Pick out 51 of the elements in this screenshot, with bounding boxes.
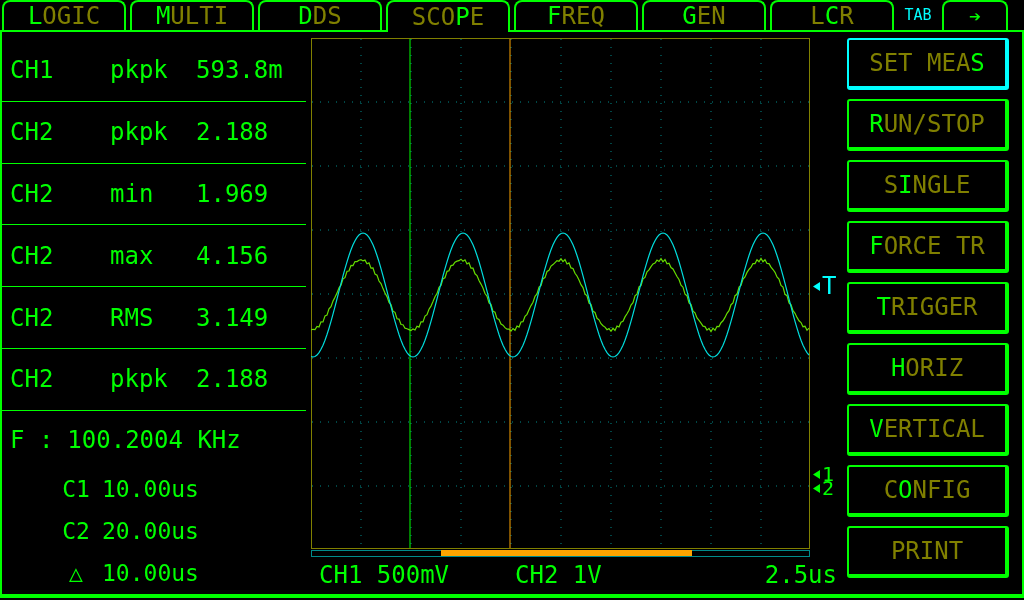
- cursor-label: C1: [61, 475, 91, 505]
- channel-label: CH2: [10, 117, 55, 149]
- measurement-value: 2.188: [196, 117, 269, 149]
- cursor-line[interactable]: [409, 38, 411, 549]
- cursor-line[interactable]: [509, 38, 511, 549]
- menu-button[interactable]: HORIZ: [847, 343, 1009, 395]
- measurement-value: 4.156: [196, 240, 269, 272]
- channel-label: CH2: [10, 240, 55, 272]
- ch2-scale: CH2 1V: [515, 560, 603, 592]
- cursor-value: 10.00us: [102, 475, 199, 505]
- frequency-label: F :: [10, 424, 54, 456]
- measurement-type: max: [110, 240, 155, 272]
- measurement-value: 2.188: [196, 364, 269, 396]
- tab[interactable]: DDS: [258, 0, 382, 30]
- measurement-type: pkpk: [110, 364, 169, 396]
- tab[interactable]: GEN: [642, 0, 766, 30]
- tab[interactable]: FREQ: [514, 0, 638, 30]
- measurement-value: 3.149: [196, 302, 269, 334]
- next-tab[interactable]: ➔: [942, 0, 1008, 30]
- menu-button[interactable]: RUN/STOP: [847, 99, 1009, 151]
- channel-label: CH2: [10, 178, 55, 210]
- pointer-icon: [813, 281, 820, 291]
- tab[interactable]: MULTI: [130, 0, 254, 30]
- cursor-value: 10.00us: [102, 558, 199, 588]
- cursor-label: C2: [61, 517, 91, 546]
- tab[interactable]: SCOPE: [386, 0, 510, 32]
- channel-marker: T: [813, 274, 837, 298]
- channel-label: CH1: [10, 55, 55, 87]
- measurement-type: pkpk: [110, 117, 169, 149]
- menu-button[interactable]: SINGLE: [847, 160, 1009, 212]
- measurement-type: pkpk: [110, 55, 169, 87]
- tab[interactable]: LCR: [770, 0, 894, 30]
- measurement-type: RMS: [110, 302, 155, 334]
- frequency-value: 100.2004 KHz: [67, 424, 241, 456]
- measurement-value: 593.8m: [196, 55, 283, 87]
- tab[interactable]: LOGIC: [2, 0, 126, 30]
- menu-button[interactable]: SET MEAS: [847, 38, 1009, 90]
- menu-button[interactable]: PRINT: [847, 526, 1009, 578]
- measurement-value: 1.969: [196, 178, 269, 210]
- menu-button[interactable]: VERTICAL: [847, 404, 1009, 456]
- menu-button[interactable]: TRIGGER: [847, 282, 1009, 334]
- menu-button[interactable]: FORCE TR: [847, 221, 1009, 273]
- ch1-scale: CH1 500mV: [319, 560, 451, 592]
- tab-key-label[interactable]: TAB: [898, 0, 938, 30]
- cursor-label: △: [68, 558, 84, 588]
- channel-label: CH2: [10, 364, 55, 396]
- channel-label: CH2: [10, 302, 55, 334]
- timebase: 2.5us: [764, 560, 837, 592]
- measurement-type: min: [110, 178, 155, 210]
- cursor-value: 20.00us: [102, 517, 199, 546]
- menu-button[interactable]: CONFIG: [847, 465, 1009, 517]
